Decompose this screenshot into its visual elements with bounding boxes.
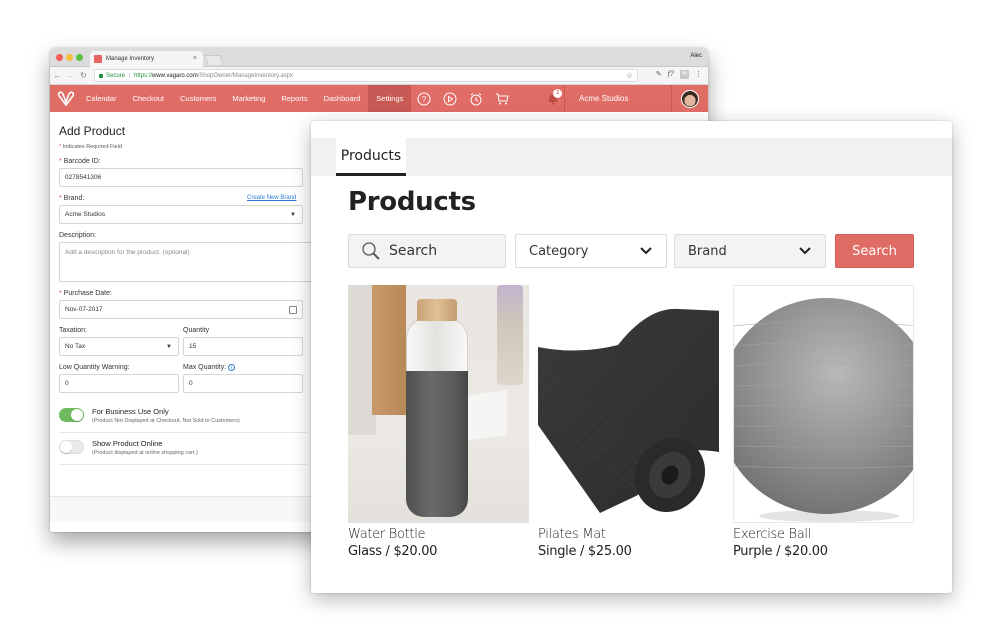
product-variant-price: Glass / $20.00 [348,544,438,559]
max-quantity-input[interactable]: 0 [183,374,303,393]
nav-checkout[interactable]: Checkout [124,85,172,112]
brand-dropdown[interactable]: Brand [674,234,826,268]
tab-products[interactable]: Products [336,138,406,176]
chevron-down-icon [799,247,811,255]
category-dropdown[interactable]: Category [515,234,667,268]
quantity-label: Quantity [183,327,210,334]
maximize-window-button[interactable] [76,54,83,61]
nav-dashboard[interactable]: Dashboard [316,85,369,112]
navbar-right: 3 Acme Studios [542,85,708,112]
product-search-input[interactable]: Search [348,234,506,268]
product-variant-price: Purple / $20.00 [733,544,828,559]
nav-customers[interactable]: Customers [172,85,224,112]
app-navbar: Calendar Checkout Customers Marketing Re… [50,85,708,112]
business-name[interactable]: Acme Studios [564,85,672,112]
product-name[interactable]: Water Bottle [348,527,529,542]
business-use-title: For Business Use Only [92,407,169,416]
product-card[interactable]: Pilates Mat Single / $25.00 [538,285,719,559]
help-icon[interactable]: ? [417,92,431,106]
show-online-title: Show Product Online [92,439,163,448]
nav-calendar[interactable]: Calendar [78,85,124,112]
taxation-label: Taxation: [59,327,88,334]
taxation-select[interactable]: No Tax ▼ [59,337,179,356]
quantity-input[interactable]: 15 [183,337,303,356]
search-placeholder: Search [389,243,438,259]
reload-icon[interactable]: ↻ [78,71,89,80]
product-card[interactable]: Exercise Ball Purple / $20.00 [733,285,914,559]
new-tab-button[interactable] [204,55,224,65]
purchase-date-input[interactable]: Nov-07-2017 [59,300,303,319]
profile-name[interactable]: Alec [690,53,702,59]
category-label: Category [529,243,589,259]
product-variant-price: Single / $25.00 [538,544,632,559]
water-bottle-image[interactable] [348,285,529,523]
show-online-toggle[interactable] [59,440,84,454]
info-icon[interactable]: i [228,364,236,371]
brand-select[interactable]: Acme Studios ▼ [59,205,303,224]
barcode-input[interactable]: 0278541306 [59,168,303,187]
bookmark-star-icon[interactable]: ☆ [626,71,633,80]
create-new-brand-link[interactable]: Create New Brand [247,195,296,201]
minimize-window-button[interactable] [66,54,73,61]
play-video-icon[interactable] [443,92,457,106]
calendar-icon[interactable] [289,305,297,314]
lock-icon [99,73,103,78]
products-panel: Products Products Search Category Brand … [311,121,952,593]
secure-label: Secure [106,72,131,79]
products-title: Products [348,187,476,217]
business-use-toggle[interactable] [59,408,84,422]
extension-icons: ✎ f? W ⋮ [656,70,702,79]
nav-reports[interactable]: Reports [273,85,315,112]
low-quantity-input[interactable]: 0 [59,374,179,393]
show-online-subtitle: (Product displayed at online shopping ca… [92,450,198,456]
user-avatar[interactable] [681,89,699,108]
omnibar: ← → ↻ Secure https:// www.vagaro.com /Sh… [50,67,708,85]
max-quantity-label: Max Quantity: i [183,364,303,371]
address-bar[interactable]: Secure https:// www.vagaro.com /ShopOwne… [94,69,638,82]
alarm-clock-icon[interactable] [469,92,483,106]
search-button[interactable]: Search [835,234,914,268]
url-path: /ShopOwner/ManageInventory.aspx [197,72,293,79]
menu-kebab-icon[interactable]: ⋮ [695,70,702,79]
extension-w-icon[interactable]: W [680,70,689,79]
forward-arrow-icon[interactable]: → [65,71,76,80]
dropdown-caret-icon: ▼ [290,211,296,218]
back-arrow-icon[interactable]: ← [52,71,63,80]
tab-strip: Manage Inventory × Alec [50,48,708,67]
chevron-down-icon [640,247,652,255]
product-card[interactable]: Water Bottle Glass / $20.00 [348,285,529,559]
browser-tab-title: Manage Inventory [106,56,155,62]
panel-tab-bar: Products [311,138,952,176]
url-host: www.vagaro.com [152,72,198,79]
description-textarea[interactable]: Add a description for the product. (opti… [59,242,319,282]
product-name[interactable]: Exercise Ball [733,527,914,542]
nav-settings[interactable]: Settings [368,85,412,112]
close-tab-icon[interactable]: × [193,55,197,62]
exercise-ball-image[interactable] [733,285,914,523]
shopping-cart-icon[interactable] [495,92,510,106]
low-quantity-label: Low Quantity Warning: [59,364,130,371]
product-name[interactable]: Pilates Mat [538,527,719,542]
notification-badge: 3 [553,89,562,98]
pilates-mat-image[interactable] [538,285,719,523]
dropdown-caret-icon: ▼ [166,343,172,350]
vagaro-logo-icon[interactable] [54,85,78,112]
url-protocol: https:// [134,72,153,79]
magnifier-icon [362,242,380,260]
business-use-subtitle: (Product Not Displayed at Checkout, Not … [92,418,240,424]
vagaro-favicon-icon [94,55,102,63]
stage: Manage Inventory × Alec ← → ↻ Secure htt… [0,0,1000,633]
eyedropper-icon[interactable]: ✎ [656,70,662,79]
nav-marketing[interactable]: Marketing [224,85,273,112]
browser-tab[interactable]: Manage Inventory × [90,51,203,67]
notifications-button[interactable]: 3 [542,85,564,112]
svg-text:?: ? [422,95,427,104]
close-window-button[interactable] [56,54,63,61]
divider [59,464,307,465]
font-extension-icon[interactable]: f? [668,70,674,79]
brand-label: Brand [688,243,727,259]
